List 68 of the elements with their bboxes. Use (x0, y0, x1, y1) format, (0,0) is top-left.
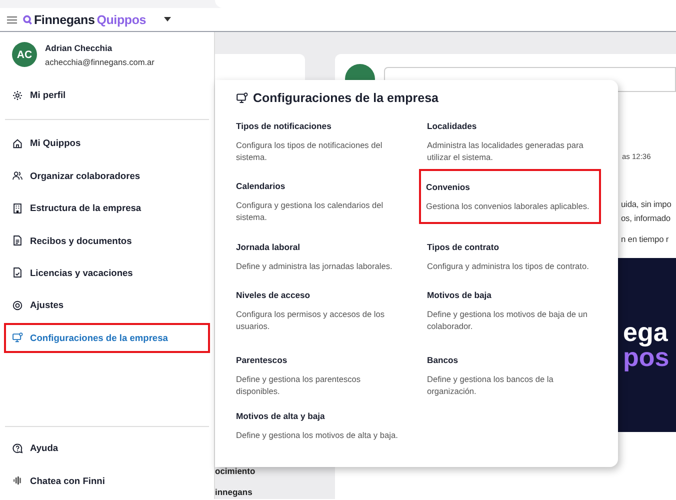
banner-text: ega (623, 320, 669, 345)
nav-item[interactable]: Organizar colaboradores (5, 162, 209, 190)
option-title: Jornada laboral (236, 242, 301, 252)
config-option[interactable]: Niveles de acceso Configura los permisos y accesos de los usuarios. (236, 290, 404, 357)
banner-text: pos (623, 345, 670, 370)
config-option[interactable]: Calendarios Configura y gestiona los calendarios del sistema. (236, 181, 404, 244)
user-email: achecchia@finnegans.com.ar (45, 56, 154, 66)
nav-item[interactable]: Chatea con Finni (5, 466, 209, 495)
post-text: os, informado (621, 213, 672, 223)
config-option[interactable]: Bancos Define y gestiona los bancos de la organización. (427, 355, 599, 413)
nav-item[interactable]: Mi perfil (5, 81, 209, 109)
option-description: Configura los tipos de notificaciones del sistema. (236, 139, 384, 164)
config-option[interactable]: Motivos de baja Define y gestiona los motivos de baja de un colaborador. (427, 290, 599, 357)
sound-wave-icon (12, 475, 23, 486)
monitor-icon (236, 92, 248, 104)
option-description: Define y gestiona los motivos de baja de un colaborador. (427, 308, 589, 332)
config-option[interactable]: Tipos de contrato Configura y administra los tipos de contrato. (427, 242, 599, 292)
gear-icon (12, 90, 23, 100)
nav-item[interactable]: Estructura de la empresa (5, 194, 209, 222)
option-title: Tipos de contrato (427, 242, 500, 252)
people-icon (12, 170, 23, 182)
option-title: Tipos de notificaciones (236, 121, 332, 131)
option-description: Configura los permisos y accesos de los usuarios. (236, 308, 386, 332)
menu-icon[interactable] (7, 16, 17, 24)
option-title: Niveles de acceso (236, 290, 312, 300)
post-text: n en tiempo r (621, 234, 670, 244)
monitor-icon (12, 332, 23, 344)
option-description: Gestiona los convenios laborales aplicables. (426, 200, 590, 212)
caret-icon[interactable] (164, 17, 172, 22)
house-icon (12, 138, 23, 149)
config-option[interactable]: Motivos de alta y baja Define y gestiona los motivos de alta y baja. (236, 411, 404, 463)
option-title: Motivos de baja (427, 290, 492, 300)
option-title: Localidades (427, 121, 478, 131)
option-description: Administra las localidades generadas para utilizar el sistema. (427, 139, 584, 164)
option-description: Define y gestiona los motivos de alta y baja. (236, 429, 399, 442)
nav-item[interactable]: Configuraciones de la empresa (5, 324, 209, 352)
nav-item[interactable]: Ayuda (5, 434, 209, 462)
document-check-icon (12, 267, 23, 278)
option-description: Define y gestiona los parentescos disponibles. (236, 373, 362, 398)
brand-name: Finnegans (34, 12, 95, 26)
brand-suffix: Quippos (96, 12, 146, 26)
option-description: Configura y gestiona los calendarios del sistema. (236, 199, 384, 224)
option-title: Motivos de alta y baja (236, 411, 326, 421)
user-name: Adrian Checchia (45, 42, 114, 52)
popup-title: Configuraciones de la empresa (253, 91, 438, 105)
option-description: Define y administra las jornadas laborales. (236, 260, 394, 272)
nav-item[interactable]: Mi Quippos (5, 129, 209, 158)
menu-text: innegans (215, 487, 254, 497)
config-option[interactable]: Parentescos Define y gestiona los parentescos disponibles. (236, 355, 404, 413)
config-option[interactable]: Tipos de notificaciones Configura los tipos de notificaciones del sistema. (236, 121, 404, 183)
menu-text: ocimiento (215, 466, 256, 476)
post-text: uida, sin impo (621, 199, 672, 209)
help-icon (12, 442, 23, 454)
logo-icon (23, 14, 32, 24)
option-title: Parentescos (236, 355, 288, 365)
nav-item[interactable]: Recibos y documentos (5, 226, 209, 255)
option-title: Convenios (426, 182, 471, 192)
nav-item[interactable]: Ajustes (5, 291, 209, 320)
building-icon (12, 202, 23, 214)
option-title: Bancos (427, 355, 460, 365)
nav-item[interactable]: Licencias y vacaciones (5, 258, 209, 287)
user-avatar: AC (12, 42, 37, 67)
document-icon (12, 235, 23, 246)
option-title: Calendarios (236, 181, 286, 191)
option-description: Configura y administra los tipos de contrato. (427, 260, 590, 272)
option-description: Define y gestiona los bancos de la organización. (427, 373, 554, 398)
config-option[interactable]: Jornada laboral Define y administra las jornadas laborales. (236, 242, 404, 292)
ring-icon (12, 300, 23, 311)
